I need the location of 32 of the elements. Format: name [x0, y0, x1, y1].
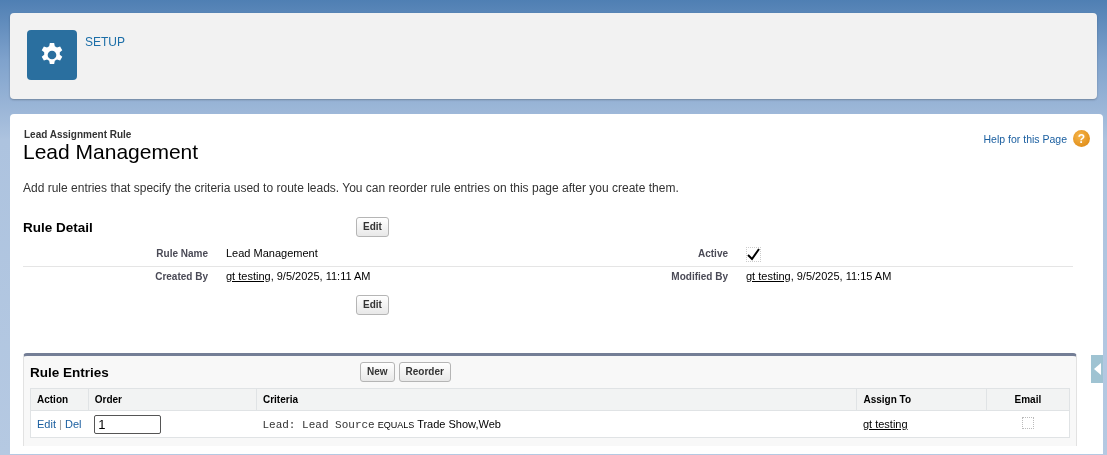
- field-label: Modified By: [671, 271, 728, 282]
- reorder-button[interactable]: Reorder: [398, 362, 451, 382]
- page-title: Lead Management: [23, 140, 199, 164]
- section-title: Rule Detail: [23, 219, 94, 235]
- column-header: Criteria: [256, 388, 857, 411]
- user-link[interactable]: gt testing: [226, 270, 271, 282]
- header-title: SETUP: [85, 35, 125, 51]
- separator: |: [59, 418, 62, 430]
- field-label: Active: [698, 248, 728, 259]
- delete-link[interactable]: Del: [64, 418, 82, 430]
- order-field[interactable]: 1: [94, 414, 162, 434]
- field-value: Lead Management: [226, 247, 318, 259]
- edit-button[interactable]: Edit: [356, 295, 389, 315]
- section-title: Rule Entries: [30, 364, 110, 380]
- page-description: Add rule entries that specify the criteria used to route leads. You can reorder rule entries on this page after you create them.: [23, 181, 680, 195]
- column-header: Order: [88, 388, 257, 411]
- column-header: Email: [986, 388, 1070, 411]
- gear-icon: [27, 30, 77, 80]
- new-button[interactable]: New: [360, 362, 395, 382]
- edit-button[interactable]: Edit: [356, 217, 389, 237]
- user-link[interactable]: gt testing: [862, 418, 908, 430]
- help-link[interactable]: Help for this Page: [983, 132, 1067, 145]
- column-header: Action: [30, 388, 89, 411]
- field-label: Created By: [155, 271, 208, 282]
- field-value: gt testing, 9/5/2025, 11:15 AM: [746, 270, 892, 282]
- edit-link[interactable]: Edit: [37, 418, 56, 430]
- page-subtitle: Lead Assignment Rule: [24, 129, 133, 140]
- field-value: gt testing, 9/5/2025, 11:11 AM: [226, 270, 371, 282]
- column-header: Assign To: [856, 388, 987, 411]
- field-label: Rule Name: [156, 248, 208, 259]
- criteria-cell: Lead: Lead Source EQUALS Trade Show,Web: [256, 410, 857, 438]
- user-link[interactable]: gt testing: [746, 270, 791, 282]
